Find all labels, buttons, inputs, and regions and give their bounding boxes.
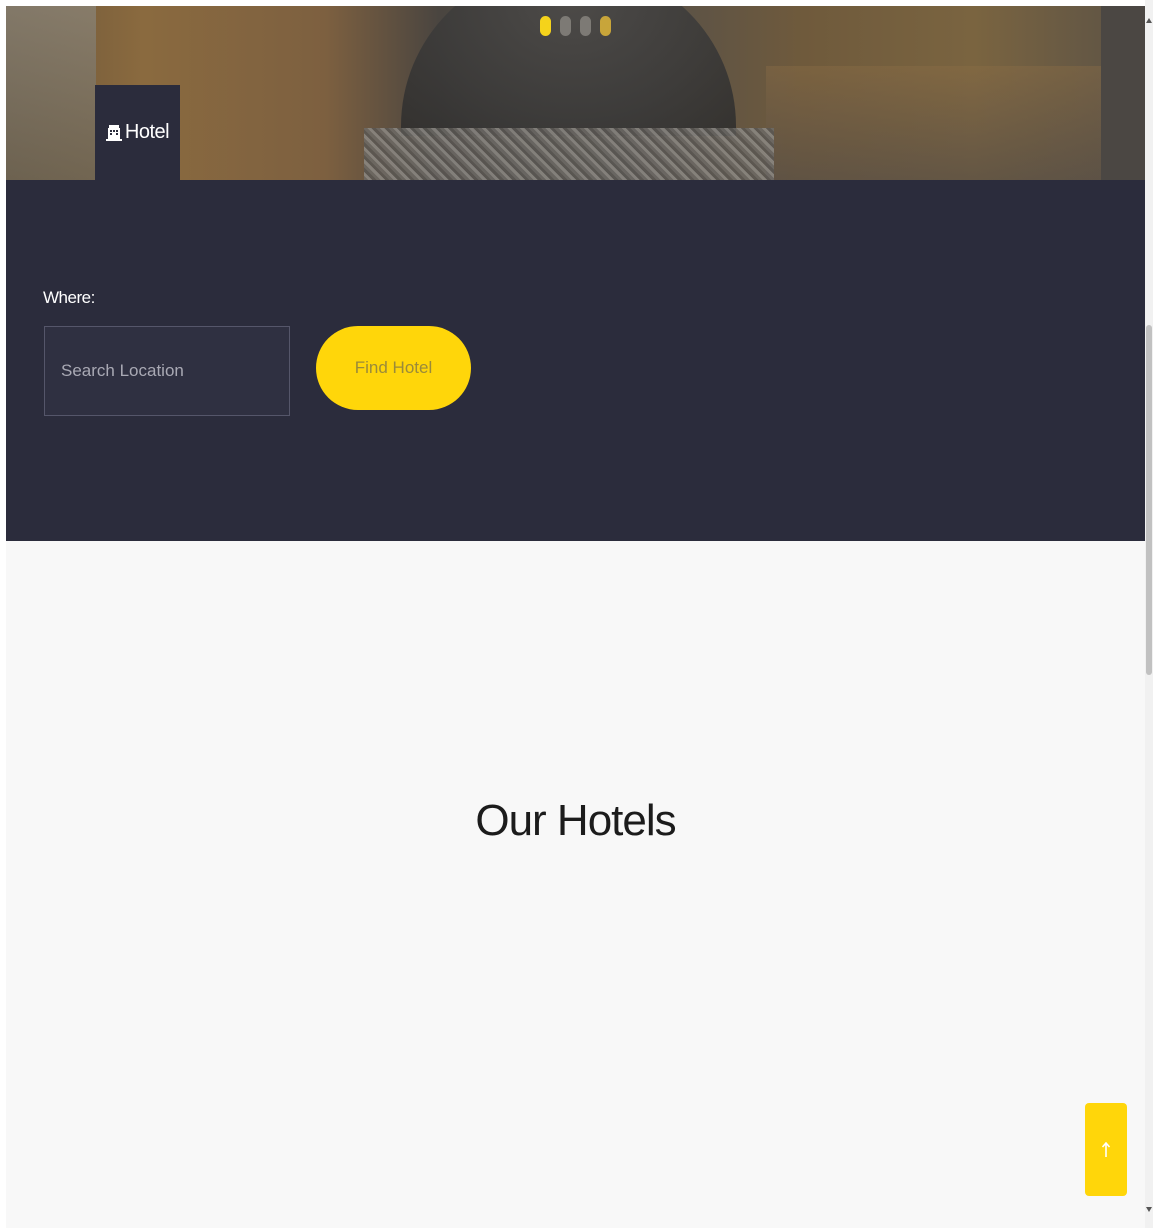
scrollbar-thumb[interactable] bbox=[1146, 325, 1152, 675]
slider-dots bbox=[540, 16, 611, 36]
hero-floor bbox=[766, 66, 1145, 180]
where-label: Where: bbox=[43, 288, 95, 307]
page-viewport: Hotel Where: Find Hotel Our Hotels bbox=[6, 6, 1145, 1228]
slider-dot-1[interactable] bbox=[540, 16, 551, 36]
scroll-up-arrow-icon[interactable] bbox=[1146, 18, 1152, 23]
hotel-search-panel: Where: Find Hotel bbox=[6, 180, 1145, 541]
hero-rug bbox=[364, 128, 774, 180]
section-title: Our Hotels bbox=[475, 796, 676, 845]
scroll-down-arrow-icon[interactable] bbox=[1146, 1207, 1152, 1212]
hero-wall bbox=[6, 6, 96, 180]
find-hotel-button[interactable]: Find Hotel bbox=[316, 326, 471, 410]
slider-dot-3[interactable] bbox=[580, 16, 591, 36]
slider-dot-2[interactable] bbox=[560, 16, 571, 36]
scroll-to-top-button[interactable] bbox=[1085, 1103, 1127, 1196]
hotel-building-icon bbox=[105, 124, 122, 141]
page-scrollbar[interactable] bbox=[1145, 0, 1153, 1228]
arrow-up-icon bbox=[1101, 1141, 1111, 1157]
tab-hotel[interactable]: Hotel bbox=[95, 85, 180, 180]
hero-post bbox=[1101, 6, 1145, 180]
slider-dot-4[interactable] bbox=[600, 16, 611, 36]
tab-hotel-label: Hotel bbox=[124, 121, 170, 143]
hero-slider: Hotel bbox=[6, 6, 1145, 180]
search-location-input[interactable] bbox=[44, 326, 290, 416]
